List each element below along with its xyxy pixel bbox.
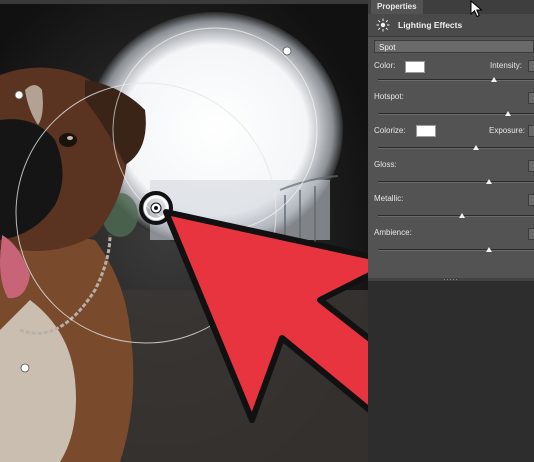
- metallic-label: Metallic:: [374, 194, 404, 203]
- gloss-label: Gloss:: [374, 160, 397, 169]
- tab-properties[interactable]: Properties: [371, 0, 423, 14]
- intensity-slider-thumb[interactable]: [491, 77, 497, 82]
- gloss-slider-thumb[interactable]: [486, 179, 492, 184]
- grip-dots: [444, 279, 458, 280]
- color-label: Color:: [374, 61, 396, 70]
- colorize-swatch[interactable]: [416, 125, 436, 137]
- ambience-slider[interactable]: [378, 249, 534, 251]
- panel-empty-area: [368, 281, 534, 462]
- colorize-label: Colorize:: [374, 126, 406, 135]
- panel-header: Lighting Effects: [368, 14, 534, 37]
- gloss-field[interactable]: [528, 160, 534, 172]
- intensity-slider[interactable]: [378, 79, 534, 81]
- exposure-slider[interactable]: [378, 147, 534, 149]
- lighting-effects-icon: [376, 18, 390, 32]
- panel-title: Lighting Effects: [398, 20, 463, 30]
- exposure-field[interactable]: [528, 125, 534, 137]
- exposure-label: Exposure:: [489, 126, 526, 135]
- exposure-slider-thumb[interactable]: [473, 145, 479, 150]
- ambience-label: Ambience:: [374, 228, 412, 237]
- red-annotation-arrow: [163, 209, 368, 423]
- intensity-label: Intensity:: [490, 61, 523, 70]
- gloss-slider[interactable]: [378, 181, 534, 183]
- metallic-slider[interactable]: [378, 215, 534, 217]
- color-swatch[interactable]: [405, 61, 425, 73]
- hotspot-label: Hotspot:: [374, 92, 404, 101]
- ambience-slider-thumb[interactable]: [486, 247, 492, 252]
- properties-panel: Properties Lighting Effects Spot Color: …: [368, 0, 534, 462]
- panel-tab-bar: Properties: [368, 0, 534, 15]
- light-type-dropdown[interactable]: Spot: [374, 40, 534, 53]
- metallic-field[interactable]: [528, 194, 534, 206]
- ambience-field[interactable]: [528, 228, 534, 240]
- metallic-slider-thumb[interactable]: [459, 213, 465, 218]
- image-canvas[interactable]: [0, 0, 368, 462]
- intensity-field[interactable]: [528, 60, 534, 72]
- hotspot-field[interactable]: [528, 92, 534, 104]
- mouse-pointer-icon: [470, 0, 483, 18]
- canvas-top-edge: [0, 0, 368, 4]
- hotspot-slider-thumb[interactable]: [505, 111, 511, 116]
